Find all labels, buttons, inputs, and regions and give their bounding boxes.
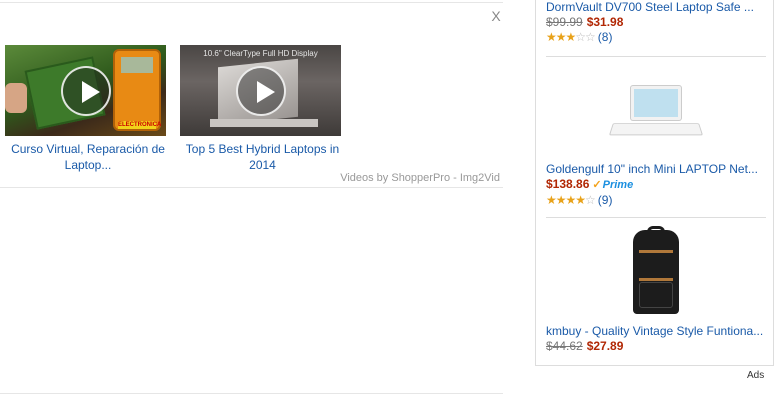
review-count-link[interactable]: (8)	[598, 30, 613, 44]
rating: ★★★☆☆ (8)	[546, 30, 766, 45]
video-widget: X ELECTRONICA Curso Virtual, Reparación …	[0, 0, 503, 188]
price-line: $138.86 ✓Prime	[546, 177, 766, 193]
old-price: $44.62	[546, 339, 583, 353]
ads-panel: DormVault DV700 Steel Laptop Safe ... $9…	[535, 0, 774, 366]
ads-label[interactable]: Ads	[747, 370, 764, 381]
product-image[interactable]	[610, 226, 702, 318]
video-card[interactable]: 10.6" ClearType Full HD Display Top 5 Be…	[180, 45, 345, 173]
video-thumbnail[interactable]: ELECTRONICA	[5, 45, 166, 136]
ad-item[interactable]	[546, 226, 766, 318]
price: $31.98	[586, 15, 624, 29]
star-rating-icon: ★★★☆☆	[546, 30, 596, 44]
ad-item[interactable]: DormVault DV700 Steel Laptop Safe ... $9…	[546, 0, 766, 45]
prime-check-icon: ✓	[592, 179, 602, 191]
divider	[0, 393, 503, 394]
divider	[0, 2, 503, 3]
ad-item-details[interactable]: Goldengulf 10" inch Mini LAPTOP Net... $…	[546, 162, 766, 208]
thumbnail-caption: ELECTRONICA	[118, 121, 162, 129]
divider	[546, 56, 766, 57]
review-count-link[interactable]: (9)	[598, 193, 613, 207]
video-title-link[interactable]: Curso Virtual, Reparación de Laptop...	[5, 141, 171, 173]
ad-title-link[interactable]: kmbuy - Quality Vintage Style Funtiona..…	[546, 324, 766, 339]
price: $138.86	[546, 177, 590, 191]
ad-title-link[interactable]: Goldengulf 10" inch Mini LAPTOP Net...	[546, 162, 766, 177]
video-title-link[interactable]: Top 5 Best Hybrid Laptops in 2014	[180, 141, 345, 173]
play-icon[interactable]	[60, 65, 111, 116]
close-button[interactable]: X	[489, 8, 503, 24]
divider	[0, 187, 503, 188]
video-card[interactable]: ELECTRONICA Curso Virtual, Reparación de…	[5, 45, 171, 173]
play-icon[interactable]	[235, 65, 286, 116]
product-image[interactable]	[599, 78, 713, 148]
rating: ★★★★☆ (9)	[546, 193, 766, 208]
old-price: $99.99	[546, 15, 583, 29]
video-thumbnail[interactable]: 10.6" ClearType Full HD Display	[180, 45, 341, 136]
ad-item[interactable]	[546, 78, 766, 148]
ad-item-details[interactable]: kmbuy - Quality Vintage Style Funtiona..…	[546, 324, 766, 354]
price-line: $99.99 $31.98	[546, 15, 766, 30]
thumbnail-caption: 10.6" ClearType Full HD Display	[203, 49, 318, 58]
star-rating-icon: ★★★★☆	[546, 193, 596, 207]
price-line: $44.62 $27.89	[546, 339, 766, 354]
prime-badge: ✓Prime	[592, 179, 634, 191]
price: $27.89	[586, 339, 624, 353]
divider	[546, 217, 766, 218]
video-credit[interactable]: Videos by ShopperPro - Img2Vid	[340, 172, 500, 184]
ad-title-link[interactable]: DormVault DV700 Steel Laptop Safe ...	[546, 0, 766, 15]
